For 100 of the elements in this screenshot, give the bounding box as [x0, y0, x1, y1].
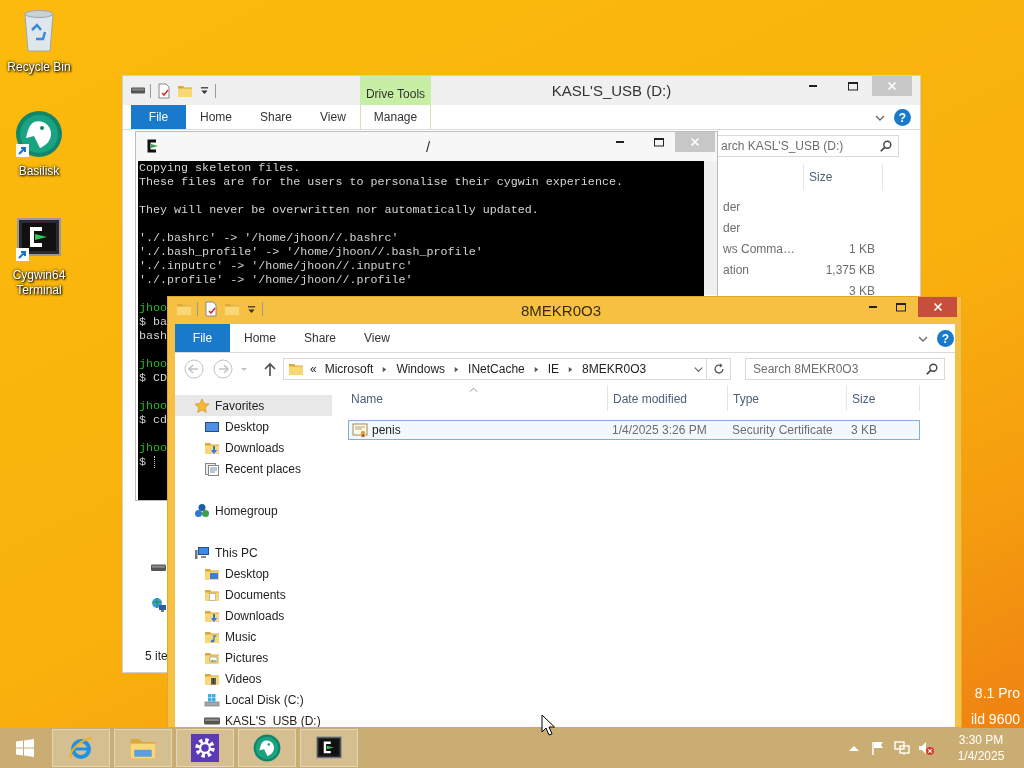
properties-icon: [156, 82, 172, 99]
computer-icon: [194, 544, 210, 561]
terminal-line: They will never be overwritten nor automatically updated.: [139, 203, 539, 217]
minimize-icon: [808, 85, 818, 87]
nav-item[interactable]: Pictures: [175, 647, 332, 668]
terminal-line: Copying skeleton files.: [139, 161, 301, 175]
file-tab[interactable]: File: [131, 105, 186, 129]
status-text: 5 ite: [145, 649, 168, 663]
volume-muted-icon[interactable]: [918, 740, 934, 756]
properties-icon: [203, 301, 219, 317]
table-cell: 1 KB: [849, 241, 875, 256]
ribbon-tab[interactable]: Share: [290, 324, 351, 352]
chevron-right-icon: [567, 365, 575, 373]
taskbar-button[interactable]: [176, 729, 234, 767]
nav-item[interactable]: Music: [175, 626, 332, 647]
chevron-right-icon: [381, 365, 389, 373]
network-icon: [151, 597, 167, 613]
tool-group-header: Drive Tools: [360, 76, 431, 105]
chevron-right-icon: [453, 365, 461, 373]
flag-icon[interactable]: [870, 740, 886, 756]
chevron-right-icon: [532, 365, 540, 373]
table-cell: 3 KB: [849, 283, 875, 298]
nav-item[interactable]: Local Disk (C:): [175, 689, 332, 710]
table-cell: ws Comma…: [723, 241, 795, 256]
terminal-line: These files are for the users to personalise their cygwin experience.: [139, 175, 623, 189]
up-arrow-icon: [262, 361, 278, 377]
folder-icon: [288, 361, 304, 377]
search-icon: [879, 139, 893, 153]
column-header[interactable]: Date modified: [607, 385, 727, 411]
sort-caret-icon: [469, 387, 478, 393]
minimize-icon: [615, 141, 625, 143]
drive-icon: [131, 87, 145, 94]
settings-icon: [191, 734, 219, 762]
close-icon: [887, 81, 897, 91]
drive-icon: [151, 563, 166, 571]
window-title: 8MEKR0O3: [519, 301, 602, 321]
file-row[interactable]: penis 1/4/2025 3:26 PM Security Certificate 3 KB: [348, 420, 920, 440]
refresh-button[interactable]: [707, 358, 731, 380]
window-title: /: [424, 137, 432, 157]
breadcrumb[interactable]: IE: [547, 360, 560, 378]
breadcrumb[interactable]: INetCache: [468, 360, 525, 378]
nav-item[interactable]: Downloads: [175, 605, 332, 626]
help-button[interactable]: ?: [894, 109, 911, 126]
breadcrumb[interactable]: 8MEKR0O3: [582, 360, 647, 378]
terminal-line: $ ba: [139, 315, 168, 329]
build-text: 8.1 Pro: [974, 684, 1020, 703]
address-bar[interactable]: « Microsoft Windows INetCache IE 8MEKR0O3: [283, 358, 707, 380]
column-header[interactable]: Size: [803, 164, 883, 190]
file-name: penis: [372, 422, 401, 439]
network-status-icon[interactable]: [894, 740, 910, 756]
bird-icon[interactable]: [15, 110, 63, 158]
homegroup-icon: [194, 502, 210, 519]
ribbon-tab[interactable]: View: [350, 324, 404, 352]
breadcrumb[interactable]: Windows: [396, 360, 446, 378]
nav-item[interactable]: Desktop: [175, 563, 332, 584]
help-button[interactable]: ?: [937, 330, 954, 347]
nav-item[interactable]: Documents: [175, 584, 332, 605]
column-header[interactable]: Size: [846, 385, 920, 411]
customize-icon: [246, 304, 256, 314]
search-field[interactable]: Search 8MEKR0O3: [745, 358, 945, 380]
search-icon: [925, 362, 939, 376]
terminal-line: './.bash_profile' -> '/home/jhoon//.bash_profile': [139, 245, 483, 259]
column-header[interactable]: Name: [348, 385, 607, 411]
table-cell-text: 1/4/2025 3:26 PM: [611, 422, 708, 439]
forward-button[interactable]: [213, 359, 233, 379]
nav-item[interactable]: Downloads: [175, 437, 332, 458]
nav-item[interactable]: Favorites: [175, 395, 332, 416]
windows-logo-icon: [15, 738, 35, 758]
maximize-icon: [654, 137, 664, 147]
scrollbar[interactable]: [704, 161, 717, 295]
nav-item[interactable]: Homegroup: [175, 500, 332, 521]
column-header[interactable]: Type: [727, 385, 846, 411]
terminal-line: $ cd: [139, 413, 168, 427]
nav-item[interactable]: Recent places: [175, 458, 332, 479]
terminal-line: './.inputrc' -> '/home/jhoon//.inputrc': [139, 259, 413, 273]
nav-item[interactable]: Desktop: [175, 416, 332, 437]
ribbon-tab[interactable]: Home: [186, 105, 246, 129]
table-cell-text: Security Certificate: [731, 422, 834, 439]
ribbon-tab[interactable]: Manage: [360, 105, 431, 129]
breadcrumb[interactable]: Microsoft: [324, 360, 374, 378]
hard-drive-icon: [204, 691, 220, 708]
nav-item[interactable]: This PC: [175, 542, 332, 563]
nav-item[interactable]: Videos: [175, 668, 332, 689]
terminal-line: './.bashrc' -> '/home/jhoon//.bashrc': [139, 231, 399, 245]
folder-icon: [224, 301, 240, 317]
back-button[interactable]: [184, 359, 204, 379]
terminal-line: $: [139, 455, 146, 469]
file-tab[interactable]: File: [175, 324, 230, 352]
terminal-line: $ CD: [139, 371, 168, 385]
ribbon-tab[interactable]: Home: [230, 324, 290, 352]
terminal-line: bash: [139, 329, 168, 343]
ribbon-tab[interactable]: View: [306, 105, 360, 129]
ribbon-tab[interactable]: Share: [246, 105, 307, 129]
caret-down-icon: [240, 365, 248, 373]
maximize-icon: [848, 81, 858, 91]
search-field[interactable]: arch KASL'S_USB (D:): [717, 135, 899, 157]
breadcrumb-overflow[interactable]: «: [310, 360, 317, 378]
terminal-line: jhoo: [139, 399, 168, 413]
maximize-icon: [896, 302, 906, 312]
taskbar-button[interactable]: [300, 729, 358, 767]
